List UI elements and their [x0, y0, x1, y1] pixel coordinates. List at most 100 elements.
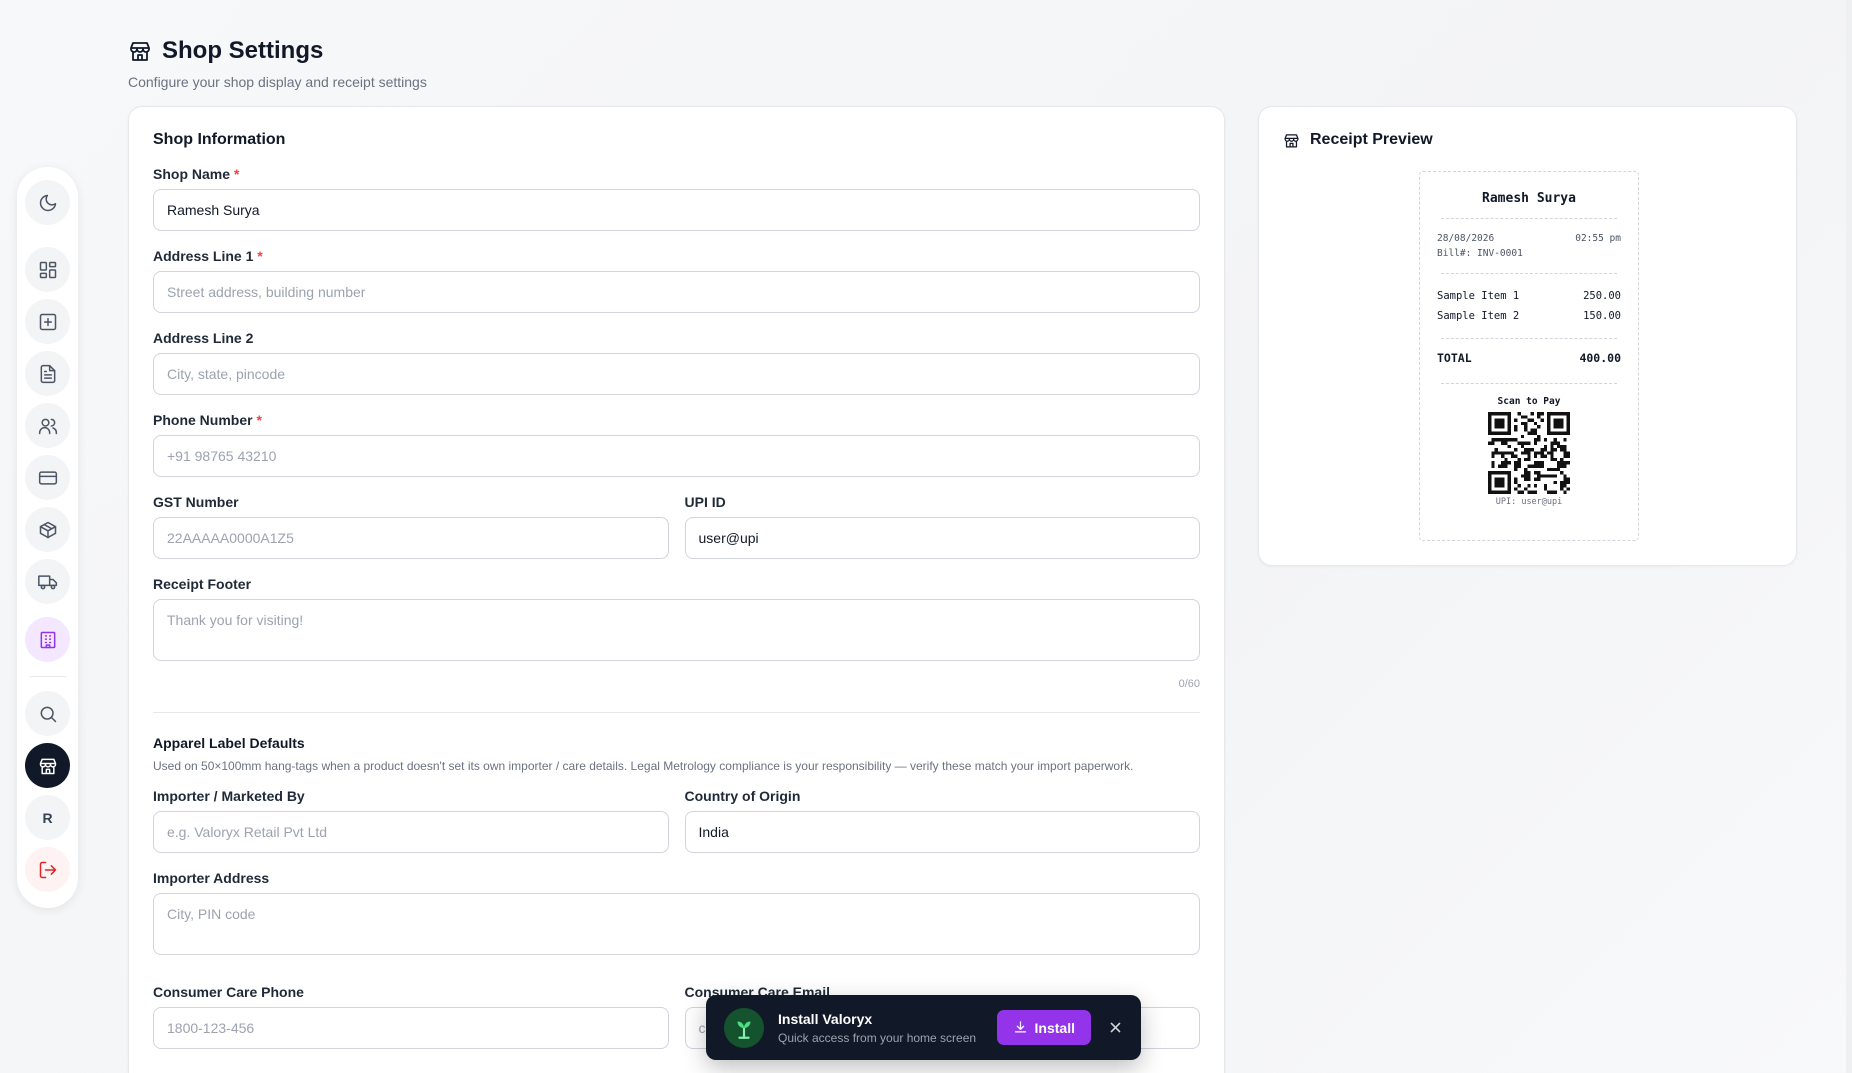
install-toast-text: Install Valoryx Quick access from your h…: [778, 1011, 997, 1045]
sidebar-item-delivery[interactable]: [25, 559, 70, 604]
country-label: Country of Origin: [684, 788, 801, 804]
install-button[interactable]: Install: [996, 1010, 1091, 1045]
address1-input[interactable]: [153, 271, 1200, 313]
dashboard-icon: [39, 261, 56, 278]
sidebar-item-bills[interactable]: [25, 351, 70, 396]
receipt-scan-label: Scan to Pay: [1497, 396, 1561, 407]
building-icon: [40, 631, 55, 648]
receipt-item: Sample Item 1 250.00: [1437, 286, 1621, 306]
receipt-shop-name: Ramesh Surya: [1482, 191, 1576, 206]
store-icon: [130, 42, 150, 61]
receipt-preview-title-text: Receipt Preview: [1310, 131, 1433, 148]
receipt-time: 02:55 pm: [1575, 233, 1621, 244]
receipt-preview-title: Receipt Preview: [1283, 131, 1772, 149]
sidebar: R: [17, 167, 78, 908]
user-avatar[interactable]: R: [25, 795, 70, 840]
address1-label: Address Line 1 *: [153, 248, 1200, 264]
sidebar-item-search[interactable]: [25, 691, 70, 736]
sidebar-item-new-bill[interactable]: [25, 299, 70, 344]
address2-input[interactable]: [153, 353, 1200, 395]
upi-input[interactable]: [684, 517, 1200, 559]
importer-address-group: Importer Address: [153, 870, 1200, 960]
valoryx-logo: [724, 1007, 764, 1048]
required-marker: *: [257, 248, 263, 264]
address1-group: Address Line 1 *: [153, 248, 1200, 313]
apparel-description: Used on 50×100mm hang-tags when a produc…: [153, 759, 1134, 773]
gst-label: GST Number: [153, 494, 239, 510]
receipt-footer-label: Receipt Footer: [153, 576, 252, 592]
receipt-total-label: TOTAL: [1437, 351, 1472, 365]
gst-group: GST Number: [153, 494, 669, 559]
shop-info-title: Shop Information: [153, 131, 286, 148]
care-phone-input[interactable]: [153, 1007, 669, 1049]
country-input[interactable]: [684, 811, 1200, 853]
gst-input[interactable]: [153, 517, 669, 559]
receipt-divider: [1441, 383, 1617, 384]
page-subtitle: Configure your shop display and receipt …: [128, 74, 427, 90]
logout-icon: [39, 861, 56, 878]
char-counter: 0/60: [1178, 678, 1200, 690]
qr-code-icon: [1488, 412, 1570, 494]
receipt-item-price: 150.00: [1583, 310, 1621, 322]
users-icon: [38, 418, 57, 434]
page-title: Shop Settings: [128, 37, 427, 65]
importer-input[interactable]: [153, 811, 669, 853]
plant-logo-icon: [737, 1021, 751, 1039]
phone-label: Phone Number *: [153, 412, 1200, 428]
document-icon: [40, 364, 55, 383]
country-group: Country of Origin: [684, 788, 1200, 853]
phone-label-text: Phone Number: [153, 412, 253, 428]
sidebar-item-business[interactable]: [25, 617, 70, 662]
shop-name-label: Shop Name *: [153, 166, 1200, 182]
receipt-divider: [1441, 338, 1617, 339]
logout-button[interactable]: [25, 847, 70, 892]
receipt-item-name: Sample Item 1: [1437, 290, 1520, 302]
store-icon: [39, 758, 56, 774]
sidebar-item-products[interactable]: [25, 507, 70, 552]
address2-label: Address Line 2: [153, 330, 254, 346]
upi-label: UPI ID: [684, 494, 726, 510]
importer-address-input[interactable]: [153, 893, 1200, 955]
receipt-date: 28/08/2026: [1437, 233, 1495, 244]
theme-toggle-button[interactable]: [25, 180, 70, 225]
install-toast: Install Valoryx Quick access from your h…: [706, 995, 1141, 1060]
install-toast-subtitle: Quick access from your home screen: [778, 1030, 977, 1045]
sidebar-item-customers[interactable]: [25, 403, 70, 448]
upi-group: UPI ID: [684, 494, 1200, 559]
download-icon: [1014, 1021, 1026, 1033]
receipt-total: TOTAL 400.00: [1437, 351, 1621, 365]
receipt: Ramesh Surya 28/08/2026 02:55 pm Bill#: …: [1419, 171, 1639, 541]
page-scrollbar[interactable]: [1846, 0, 1852, 1073]
receipt-item-name: Sample Item 2: [1437, 310, 1520, 322]
importer-address-label: Importer Address: [153, 870, 270, 886]
sidebar-item-payments[interactable]: [25, 455, 70, 500]
close-icon: [1110, 1022, 1120, 1033]
required-marker: *: [256, 412, 262, 428]
importer-country-row: Importer / Marketed By Country of Origin: [153, 788, 1200, 853]
care-phone-label: Consumer Care Phone: [153, 984, 304, 1000]
shop-name-input[interactable]: [153, 189, 1200, 231]
moon-icon: [39, 194, 56, 211]
credit-card-icon: [38, 470, 57, 485]
sidebar-item-shop-settings[interactable]: [25, 743, 70, 788]
close-toast-button[interactable]: [1107, 1020, 1123, 1036]
receipt-footer-input[interactable]: [153, 599, 1200, 661]
install-toast-title: Install Valoryx: [778, 1010, 873, 1027]
sidebar-item-dashboard[interactable]: [25, 247, 70, 292]
phone-input[interactable]: [153, 435, 1200, 477]
package-icon: [39, 521, 56, 538]
install-button-label: Install: [1034, 1019, 1075, 1036]
truck-icon: [37, 574, 57, 589]
page-header: Shop Settings Configure your shop displa…: [128, 37, 427, 90]
section-divider: [153, 712, 1200, 713]
importer-label: Importer / Marketed By: [153, 788, 305, 804]
search-icon: [40, 706, 56, 722]
receipt-item-price: 250.00: [1583, 290, 1621, 302]
shop-name-group: Shop Name *: [153, 166, 1200, 231]
page-title-text: Shop Settings: [162, 37, 324, 64]
address2-group: Address Line 2: [153, 330, 1200, 395]
plus-square-icon: [39, 313, 56, 330]
shop-name-label-text: Shop Name: [153, 166, 231, 182]
receipt-divider: [1441, 273, 1617, 274]
receipt-preview-card: Receipt Preview Ramesh Surya 28/08/2026 …: [1258, 106, 1797, 566]
